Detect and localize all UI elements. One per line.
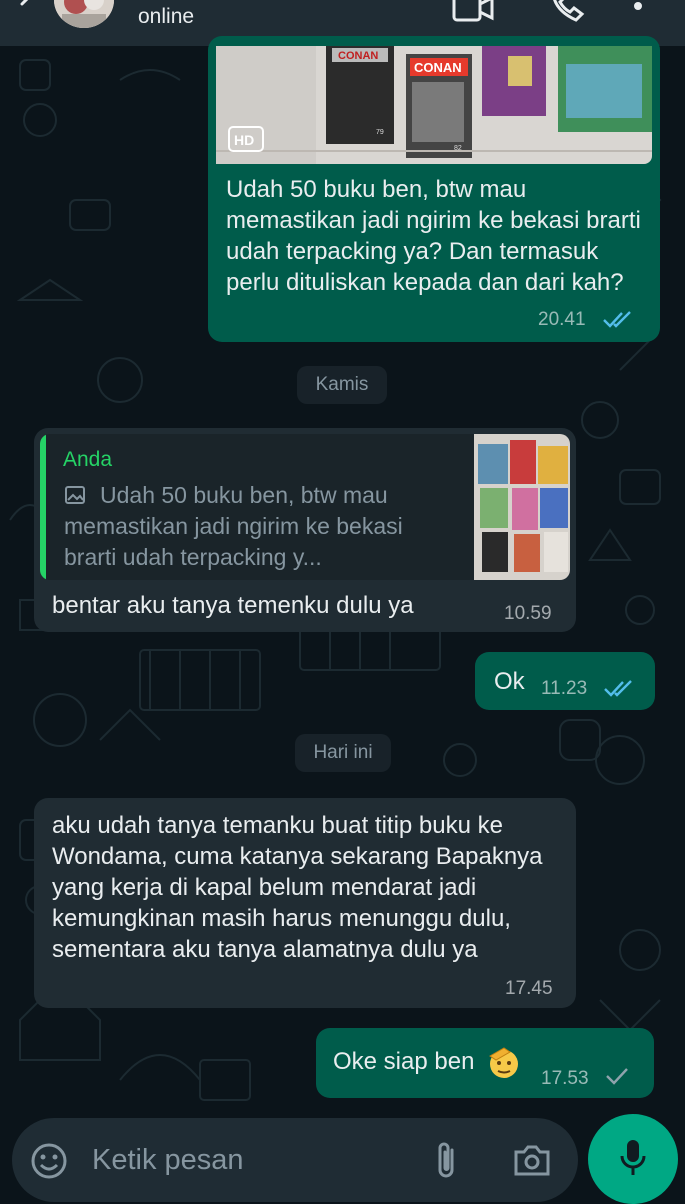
- message-text: aku udah tanya temanku buat titip buku k…: [52, 812, 543, 963]
- outgoing-message[interactable]: Ok 11.23: [475, 652, 655, 710]
- video-call-icon[interactable]: [450, 0, 496, 26]
- cover-title-2: CONAN: [414, 60, 462, 75]
- quote-thumbnail: [474, 434, 570, 580]
- quote-text: Udah 50 buku ben, btw mau memastikan jad…: [64, 482, 403, 570]
- date-divider: Kamis: [297, 366, 387, 404]
- emoji-icon[interactable]: [30, 1142, 68, 1180]
- contact-avatar[interactable]: [54, 0, 114, 28]
- microphone-icon: [620, 1140, 646, 1175]
- incoming-message-reply[interactable]: Anda Udah 50 buku ben, btw mau memastika…: [34, 428, 576, 632]
- message-time: 17.45: [505, 978, 553, 999]
- message-text: Oke siap ben: [333, 1048, 475, 1075]
- message-time: 10.59: [504, 603, 552, 624]
- message-text: Ok: [494, 668, 525, 695]
- message-time: 17.53: [541, 1068, 589, 1089]
- message-input[interactable]: Ketik pesan: [92, 1144, 244, 1177]
- contact-status: online: [138, 5, 195, 28]
- voice-call-icon[interactable]: [548, 0, 588, 26]
- saluting-face-emoji: [489, 1047, 518, 1078]
- book-photo[interactable]: CONAN 79 CONAN 82 HD: [216, 46, 652, 164]
- message-time: 11.23: [541, 678, 588, 699]
- cover-number-1: 79: [376, 129, 384, 136]
- outgoing-message[interactable]: Oke siap ben 17.53: [316, 1028, 654, 1098]
- sent-tick-icon: [606, 1068, 628, 1085]
- read-ticks-icon: [603, 311, 631, 328]
- voice-record-button[interactable]: [588, 1114, 678, 1204]
- quote-accent-bar: [40, 434, 46, 580]
- camera-icon[interactable]: [512, 1142, 552, 1178]
- message-text: Udah 50 buku ben, btw mau memastikan jad…: [226, 176, 641, 296]
- read-ticks-icon: [604, 680, 632, 697]
- hd-badge: HD: [234, 132, 254, 148]
- quote-author: Anda: [63, 448, 113, 471]
- attach-icon[interactable]: [432, 1140, 462, 1182]
- cover-title-1: CONAN: [338, 50, 378, 62]
- quoted-message[interactable]: Anda Udah 50 buku ben, btw mau memastika…: [40, 434, 570, 580]
- message-text: bentar aku tanya temenku dulu ya: [52, 592, 414, 619]
- outgoing-message-image[interactable]: CONAN 79 CONAN 82 HD Udah 50 buku ben, b…: [208, 36, 660, 342]
- back-arrow-icon[interactable]: [12, 0, 42, 18]
- message-time: 20.41: [538, 309, 586, 330]
- menu-icon[interactable]: [628, 0, 648, 26]
- message-composer: Ketik pesan: [12, 1118, 578, 1202]
- date-divider: Hari ini: [295, 734, 391, 772]
- incoming-message[interactable]: aku udah tanya temanku buat titip buku k…: [34, 798, 576, 1008]
